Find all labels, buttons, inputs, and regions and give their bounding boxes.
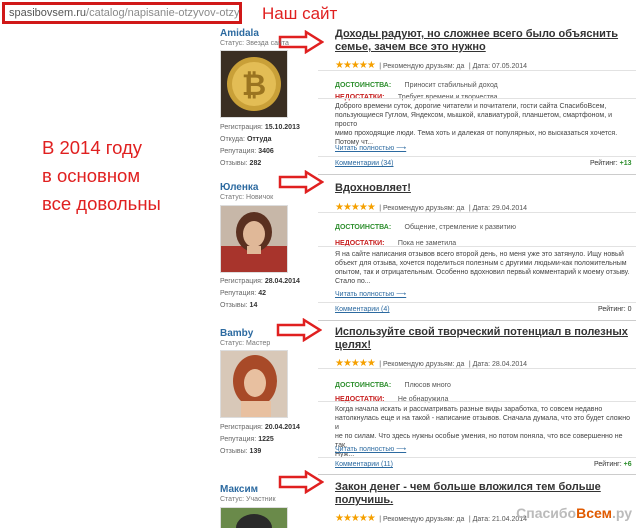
review-separator: [318, 174, 636, 175]
user-photo: [221, 351, 287, 417]
svg-text:₿: ₿: [242, 68, 266, 103]
divider: [318, 246, 636, 247]
user-photo: [221, 508, 287, 528]
site-watermark: СпасибоВсем.ру: [516, 505, 632, 521]
rating: Рейтинг: +6: [594, 461, 632, 468]
site-annotation: Наш сайт: [262, 4, 338, 23]
review-title-link[interactable]: Вдохновляет!: [335, 182, 411, 195]
review-excerpt: Доброго времени суток, дорогие читатели …: [335, 103, 618, 146]
review-excerpt: Я на сайте написания отзывов всего второ…: [335, 251, 630, 285]
divider: [318, 70, 636, 71]
annotation-line-1: В 2014 году: [42, 137, 143, 158]
rating: Рейтинг: 0: [598, 306, 632, 313]
user-status: Статус: Участник: [220, 496, 276, 503]
review-title-link-cont[interactable]: получишь.: [335, 494, 393, 507]
read-more-link[interactable]: Читать полностью ⟶: [335, 290, 406, 298]
annotation-line-3: все довольны: [42, 193, 161, 214]
user-name-link[interactable]: Bamby: [220, 328, 253, 339]
user-name-link[interactable]: Максим: [220, 484, 258, 495]
avatar[interactable]: [220, 350, 288, 418]
divider: [318, 156, 636, 157]
star-rating: ★★★★★: [335, 513, 376, 524]
divider: [318, 212, 636, 213]
user-name-link[interactable]: Юленка: [220, 182, 258, 193]
comments-link[interactable]: Комментарии (11): [335, 461, 393, 468]
read-more-link[interactable]: Читать полностью ⟶: [335, 445, 406, 453]
review-separator: [318, 474, 636, 475]
url-path: /catalog/napisanie-otzyvov-otzyvy/: [86, 7, 242, 19]
avatar[interactable]: [220, 507, 288, 528]
review-meta-row: ★★★★★ | Рекомендую друзьям: да | Дата: 2…: [335, 513, 528, 524]
user-status: Статус: Мастер: [220, 340, 271, 347]
review-title-link-cont[interactable]: целях!: [335, 339, 371, 352]
red-arrow-3: [276, 318, 322, 342]
url-bar[interactable]: spasibovsem.ru/catalog/napisanie-otzyvov…: [2, 2, 242, 24]
user-name-link[interactable]: Amidala: [220, 28, 259, 39]
review-title-link[interactable]: Доходы радуют, но сложнее всего было объ…: [335, 28, 618, 41]
avatar[interactable]: ₿: [220, 50, 288, 118]
user-photo: [221, 206, 287, 272]
divider: [318, 98, 636, 99]
divider: [318, 368, 636, 369]
review-title-link[interactable]: Закон денег - чем больше вложился тем бо…: [335, 481, 601, 494]
user-meta: Регистрация: 15.10.2013 Откуда: Оттуда Р…: [220, 124, 300, 167]
divider: [318, 457, 636, 458]
divider: [318, 401, 636, 402]
avatar[interactable]: [220, 205, 288, 273]
read-more-link[interactable]: Читать полностью ⟶: [335, 144, 406, 152]
url-domain: spasibovsem.ru: [9, 7, 87, 19]
user-status: Статус: Новичок: [220, 194, 274, 201]
comments-link[interactable]: Комментарии (34): [335, 160, 393, 167]
review-title-link[interactable]: Используйте свой творческий потенциал в …: [335, 326, 628, 339]
annotation-line-2: в основном: [42, 165, 141, 186]
comments-link[interactable]: Комментарии (4): [335, 306, 390, 313]
divider: [318, 302, 636, 303]
cons-row: НЕДОСТАТКИ: Не обнаружила: [335, 396, 449, 403]
user-meta: Регистрация: 28.04.2014 Репутация: 42 От…: [220, 278, 300, 309]
cons-row: НЕДОСТАТКИ: Пока не заметила: [335, 240, 457, 247]
review-separator: [318, 320, 636, 321]
review-title-link-cont[interactable]: семье, зачем все это нужно: [335, 41, 486, 54]
bitcoin-coin-image: ₿: [221, 51, 287, 117]
rating: Рейтинг: +13: [590, 160, 632, 167]
user-status: Статус: Звезда сайта: [220, 40, 289, 47]
user-meta: Регистрация: 20.04.2014 Репутация: 1225 …: [220, 424, 300, 455]
